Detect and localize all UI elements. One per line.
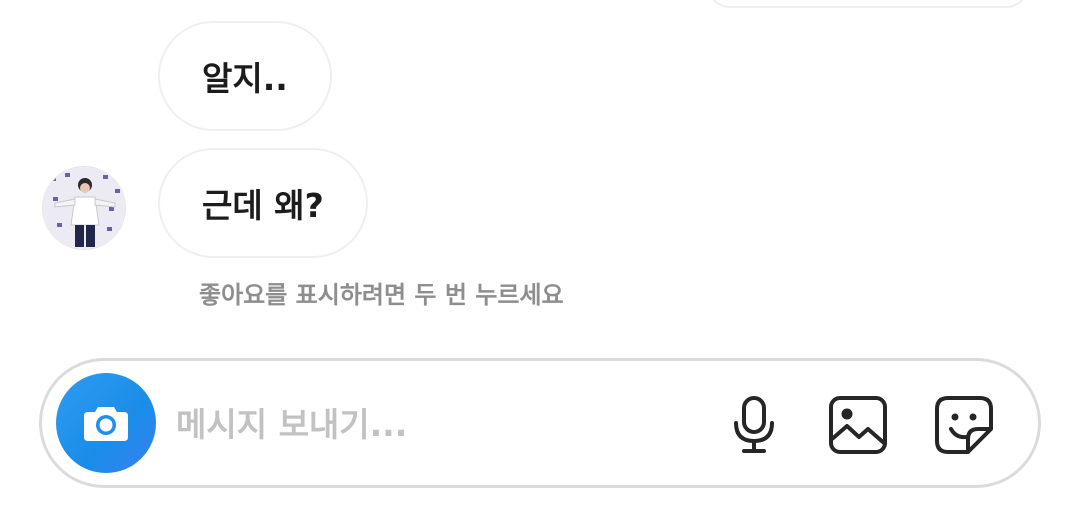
- message-bubble[interactable]: 알지..: [158, 21, 332, 131]
- chat-screen: 알지.. 근데 왜? 좋아요를 표시하려면 두 번 누르세요: [0, 0, 1080, 509]
- message-text: 근데 왜?: [202, 186, 324, 225]
- gallery-button[interactable]: [826, 393, 890, 457]
- double-tap-hint: 좋아요를 표시하려면 두 번 누르세요: [199, 281, 564, 309]
- message-input[interactable]: [176, 396, 696, 452]
- gallery-icon: [829, 396, 887, 454]
- sticker-icon: [935, 396, 993, 454]
- avatar[interactable]: [42, 166, 126, 250]
- sticker-button[interactable]: [932, 393, 996, 457]
- camera-icon: [84, 407, 128, 441]
- message-text: 알지..: [202, 59, 288, 98]
- camera-button[interactable]: [56, 373, 156, 473]
- voice-button[interactable]: [722, 393, 786, 457]
- message-composer: [39, 358, 1041, 488]
- previous-message-bubble[interactable]: [706, 0, 1030, 8]
- microphone-icon: [734, 396, 774, 453]
- message-bubble[interactable]: 근데 왜?: [158, 148, 368, 258]
